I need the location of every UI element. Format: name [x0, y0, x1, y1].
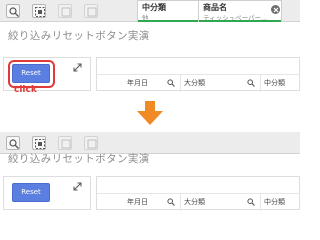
- smart-search-tool[interactable]: [6, 136, 20, 150]
- clear-back-icon: [61, 7, 71, 17]
- select-region-tool[interactable]: [32, 4, 46, 18]
- select-region-tool[interactable]: [32, 136, 46, 150]
- selection-chip-product-name[interactable]: 商品名 ティッシュペーパー...: [198, 0, 282, 22]
- table-header: 年月日 大分類 中分類: [97, 193, 301, 211]
- column-header-major-category[interactable]: 大分類: [181, 75, 261, 92]
- chip-state-bar: [199, 20, 281, 22]
- column-label: 年月日: [127, 79, 148, 87]
- expand-icon[interactable]: [73, 182, 82, 191]
- column-header-middle-category[interactable]: 中分類: [261, 75, 301, 92]
- column-label: 中分類: [264, 198, 285, 206]
- clear-forward-tool[interactable]: [84, 4, 98, 18]
- smart-search-tool[interactable]: [6, 4, 20, 18]
- selection-toolbar: 中分類 他 商品名 ティッシュペーパー...: [0, 0, 300, 22]
- clear-forward-icon: [87, 139, 97, 149]
- column-header-middle-category[interactable]: 中分類: [261, 194, 301, 211]
- column-header-date[interactable]: 年月日: [97, 194, 181, 211]
- sheet-title: 絞り込みリセットボタン実演: [8, 30, 150, 42]
- column-label: 大分類: [184, 79, 205, 87]
- sheet-title: 絞り込みリセットボタン実演: [8, 153, 150, 165]
- clear-back-icon: [61, 139, 71, 149]
- column-label: 年月日: [127, 198, 148, 206]
- search-icon[interactable]: [167, 79, 175, 87]
- smart-search-icon: [9, 139, 19, 149]
- data-table: 年月日 大分類 中分類: [96, 176, 301, 211]
- smart-search-icon: [9, 7, 19, 17]
- column-label: 大分類: [184, 198, 205, 206]
- reset-button-object: Reset: [3, 176, 91, 210]
- down-arrow-icon: [137, 101, 163, 125]
- clear-forward-icon: [87, 7, 97, 17]
- column-header-major-category[interactable]: 大分類: [181, 194, 261, 211]
- select-region-icon: [35, 139, 45, 149]
- column-label: 中分類: [264, 79, 285, 87]
- click-annotation: click: [14, 85, 37, 95]
- clear-back-tool[interactable]: [58, 4, 72, 18]
- table-header: 年月日 大分類 中分類: [97, 74, 301, 92]
- after-screen: 絞り込みリセットボタン実演 Reset 年月日 大分類 中分類: [0, 132, 300, 225]
- select-region-icon: [35, 7, 45, 17]
- column-header-date[interactable]: 年月日: [97, 75, 181, 92]
- search-icon[interactable]: [247, 198, 255, 206]
- before-screen: 中分類 他 商品名 ティッシュペーパー... 絞り込みリセットボタン実演 Res…: [0, 0, 300, 95]
- clear-forward-tool[interactable]: [84, 136, 98, 150]
- search-icon[interactable]: [247, 79, 255, 87]
- reset-button[interactable]: Reset: [12, 183, 50, 202]
- search-icon[interactable]: [167, 198, 175, 206]
- expand-icon[interactable]: [73, 63, 82, 72]
- close-icon[interactable]: [271, 5, 280, 14]
- clear-back-tool[interactable]: [58, 136, 72, 150]
- data-table: 年月日 大分類 中分類: [96, 57, 301, 92]
- reset-button[interactable]: Reset: [12, 64, 50, 83]
